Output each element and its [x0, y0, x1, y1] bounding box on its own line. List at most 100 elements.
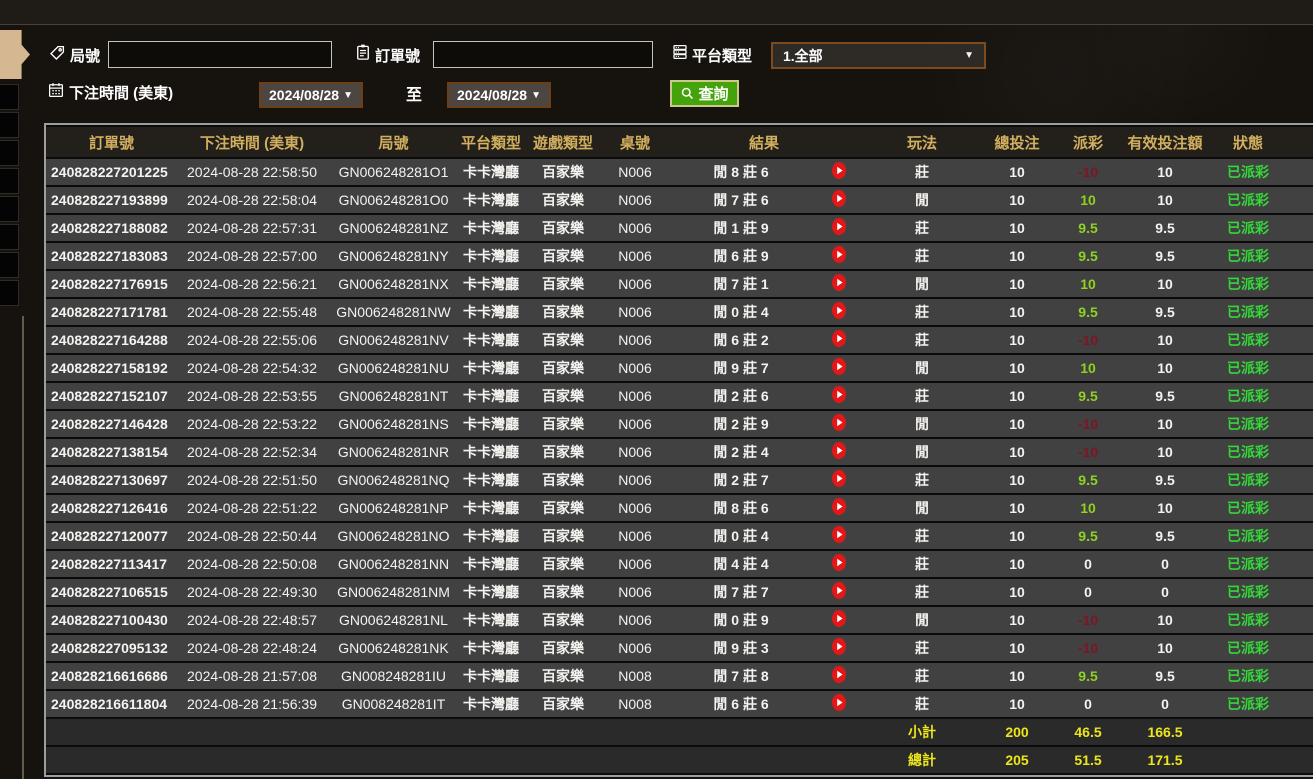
cell-game-type: 百家樂 — [522, 439, 604, 465]
cell-status: 已派彩 — [1206, 551, 1291, 577]
cell-order-no: 240828227138154 — [46, 439, 177, 465]
sidebar-item[interactable] — [0, 252, 19, 278]
play-icon[interactable] — [832, 582, 846, 599]
cell-payout: 0 — [1052, 691, 1125, 717]
cell-total-bet: 10 — [982, 159, 1053, 185]
play-icon[interactable] — [832, 638, 846, 655]
sidebar-item[interactable] — [0, 112, 19, 138]
play-icon[interactable] — [832, 162, 846, 179]
play-icon[interactable] — [832, 274, 846, 291]
play-icon[interactable] — [832, 414, 846, 431]
cell-game-no: GN006248281NP — [327, 495, 460, 521]
cell-valid-bet: 9.5 — [1124, 299, 1207, 325]
sidebar-item[interactable] — [0, 196, 19, 222]
col-platform-type: 平台類型 — [460, 127, 522, 157]
cell-table-no: N006 — [604, 467, 666, 493]
cell-play-type: 莊 — [862, 579, 983, 605]
cell-bet-time: 2024-08-28 22:48:24 — [177, 635, 327, 661]
cell-cutoff — [1290, 243, 1313, 269]
game-no-input[interactable] — [108, 41, 332, 68]
cell-platform: 卡卡灣廳 — [460, 327, 522, 353]
total-row: 總計 205 51.5 171.5 — [46, 747, 1313, 773]
sidebar-active-tab[interactable] — [0, 30, 30, 79]
cell-total-bet: 10 — [982, 327, 1053, 353]
col-game-type: 遊戲類型 — [522, 127, 604, 157]
cell-game-no: GN006248281NS — [327, 411, 460, 437]
play-icon[interactable] — [832, 470, 846, 487]
cell-payout: 10 — [1052, 271, 1125, 297]
cell-bet-time: 2024-08-28 22:52:34 — [177, 439, 327, 465]
sidebar-item[interactable] — [0, 224, 19, 250]
subtotal-row: 小計 200 46.5 166.5 — [46, 719, 1313, 745]
cell-platform: 卡卡灣廳 — [460, 495, 522, 521]
cell-result: 閒 9 莊 7 — [666, 355, 816, 381]
date-to-value: 2024/08/28 — [457, 87, 528, 103]
platform-type-select[interactable]: 1.全部 ▼ — [771, 42, 986, 69]
date-from-select[interactable]: 2024/08/28 ▼ — [259, 82, 363, 108]
cell-status: 已派彩 — [1206, 663, 1291, 689]
cell-cutoff — [1290, 523, 1313, 549]
table-row: 240828216611804 2024-08-28 21:56:39 GN00… — [46, 691, 1313, 717]
table-row: 240828227152107 2024-08-28 22:53:55 GN00… — [46, 383, 1313, 409]
order-no-input[interactable] — [433, 41, 653, 68]
play-icon[interactable] — [832, 498, 846, 515]
play-icon[interactable] — [832, 526, 846, 543]
cell-result: 閒 0 莊 4 — [666, 523, 816, 549]
play-icon[interactable] — [832, 386, 846, 403]
play-icon[interactable] — [832, 302, 846, 319]
cell-table-no: N006 — [604, 523, 666, 549]
cell-play-type: 閒 — [862, 607, 983, 633]
sidebar-item[interactable] — [0, 140, 19, 166]
cell-payout: 9.5 — [1052, 215, 1125, 241]
cell-cutoff — [1290, 271, 1313, 297]
cell-order-no: 240828227130697 — [46, 467, 177, 493]
cell-bet-time: 2024-08-28 21:57:08 — [177, 663, 327, 689]
cell-game-type: 百家樂 — [522, 355, 604, 381]
cell-game-type: 百家樂 — [522, 523, 604, 549]
table-row: 240828227201225 2024-08-28 22:58:50 GN00… — [46, 159, 1313, 185]
cell-bet-time: 2024-08-28 22:50:08 — [177, 551, 327, 577]
cell-platform: 卡卡灣廳 — [460, 187, 522, 213]
cell-cutoff — [1290, 159, 1313, 185]
cell-result: 閒 7 莊 8 — [666, 663, 816, 689]
play-icon[interactable] — [832, 442, 846, 459]
cell-total-bet: 10 — [982, 663, 1053, 689]
cell-cutoff — [1290, 495, 1313, 521]
subtotal-payout: 46.5 — [1052, 719, 1125, 745]
col-cutoff: 進 — [1290, 127, 1313, 157]
cell-play-type: 閒 — [862, 355, 983, 381]
play-icon[interactable] — [832, 358, 846, 375]
play-icon[interactable] — [832, 610, 846, 627]
cell-order-no: 240828227164288 — [46, 327, 177, 353]
play-icon[interactable] — [832, 554, 846, 571]
cell-order-no: 240828227113417 — [46, 551, 177, 577]
cell-result: 閒 2 莊 7 — [666, 467, 816, 493]
cell-bet-time: 2024-08-28 22:51:50 — [177, 467, 327, 493]
play-icon[interactable] — [832, 190, 846, 207]
sidebar-item[interactable] — [0, 168, 19, 194]
sidebar-item[interactable] — [0, 84, 19, 110]
cell-replay — [816, 271, 863, 297]
date-to-select[interactable]: 2024/08/28 ▼ — [447, 82, 551, 108]
cell-order-no: 240828227183083 — [46, 243, 177, 269]
cell-cutoff — [1290, 551, 1313, 577]
cell-total-bet: 10 — [982, 243, 1053, 269]
cell-platform: 卡卡灣廳 — [460, 523, 522, 549]
cell-platform: 卡卡灣廳 — [460, 691, 522, 717]
total-payout: 51.5 — [1052, 747, 1125, 773]
col-valid-bet: 有效投注額 — [1124, 127, 1207, 157]
play-icon[interactable] — [832, 694, 846, 711]
cell-game-no: GN006248281NY — [327, 243, 460, 269]
table-row: 240828227106515 2024-08-28 22:49:30 GN00… — [46, 579, 1313, 605]
play-icon[interactable] — [832, 218, 846, 235]
cell-total-bet: 10 — [982, 691, 1053, 717]
cell-bet-time: 2024-08-28 22:51:22 — [177, 495, 327, 521]
play-icon[interactable] — [832, 666, 846, 683]
search-button[interactable]: 查詢 — [670, 80, 739, 107]
cell-game-type: 百家樂 — [522, 607, 604, 633]
cell-order-no: 240828227126416 — [46, 495, 177, 521]
date-from-value: 2024/08/28 — [269, 87, 340, 103]
sidebar-item[interactable] — [0, 280, 19, 306]
play-icon[interactable] — [832, 246, 846, 263]
play-icon[interactable] — [832, 330, 846, 347]
